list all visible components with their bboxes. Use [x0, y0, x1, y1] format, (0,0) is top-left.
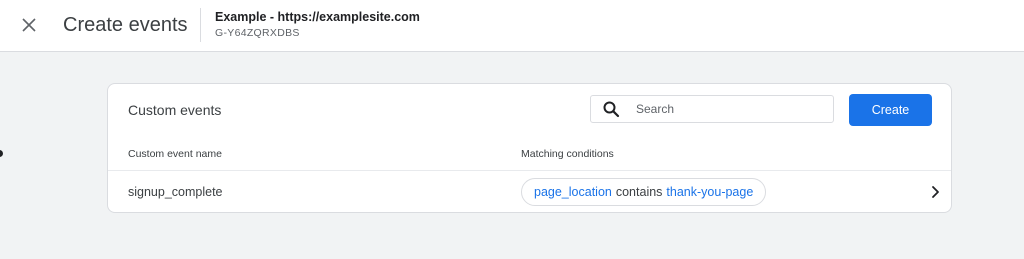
card-title: Custom events [128, 102, 222, 118]
condition-parameter: page_location [534, 185, 612, 199]
edge-indicator [0, 150, 3, 157]
search-input[interactable] [636, 102, 816, 116]
close-button[interactable] [16, 12, 42, 38]
close-icon [22, 18, 36, 32]
top-bar: Create events Example - https://examples… [0, 0, 1024, 52]
chevron-right-icon[interactable] [928, 185, 942, 199]
property-id: G-Y64ZQRXDBS [215, 27, 300, 39]
event-name: signup_complete [128, 185, 223, 199]
header-divider [200, 8, 201, 42]
column-header-matching-conditions: Matching conditions [521, 148, 614, 160]
condition-operator: contains [615, 185, 663, 199]
column-header-event-name: Custom event name [128, 148, 222, 160]
create-button[interactable]: Create [849, 94, 932, 126]
table-row[interactable]: signup_complete page_location contains t… [108, 171, 951, 213]
search-icon [602, 100, 620, 118]
search-box[interactable] [590, 95, 834, 123]
custom-events-card: Custom events Create Custom event name M… [107, 83, 952, 213]
property-name: Example - https://examplesite.com [215, 10, 420, 24]
page-title: Create events [63, 14, 188, 36]
condition-value: thank-you-page [666, 185, 754, 199]
condition-chip: page_location contains thank-you-page [521, 178, 767, 206]
